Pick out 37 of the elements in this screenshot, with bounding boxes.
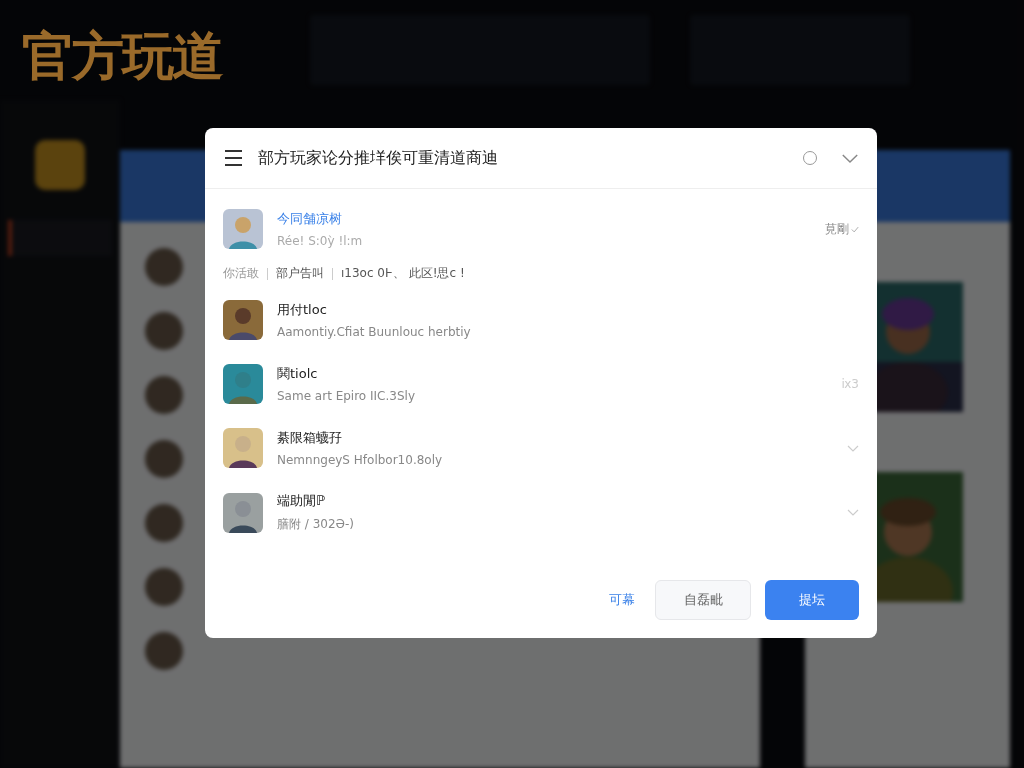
user-name[interactable]: 端助閒ℙ <box>277 492 833 510</box>
secondary-button[interactable]: 自磊毗 <box>655 580 751 620</box>
avatar-icon <box>223 492 263 533</box>
avatar-icon <box>145 504 183 542</box>
meta-text: 你活敢 <box>223 265 259 282</box>
user-subtitle: Rée! S:0ỳ !l:m <box>277 234 364 248</box>
avatar-icon <box>145 312 183 350</box>
dialog-title: 部方玩家论分推垟俟可重清道商迪 <box>258 147 499 169</box>
user-name[interactable]: 用付tloc <box>277 301 859 319</box>
user-name[interactable]: 綦限箱蠛孖 <box>277 429 833 447</box>
chevron-down-icon[interactable] <box>847 444 859 452</box>
avatar-icon <box>145 440 183 478</box>
badge-icon <box>35 140 85 190</box>
avatar-icon <box>223 364 263 404</box>
user-subtitle: Aamontiy.Cfiat Buunlouc herbtiy <box>277 325 472 339</box>
user-subtitle: 膳附 / 302Ə-) <box>277 516 356 533</box>
primary-button[interactable]: 提坛 <box>765 580 859 620</box>
app-logo: 官方玩道 <box>22 24 222 88</box>
chevron-down-icon[interactable] <box>847 509 859 516</box>
user-subtitle: Same art Epiro IIC.3Sly <box>277 389 416 403</box>
menu-icon[interactable] <box>225 148 242 168</box>
meta-text: 部户告叫 <box>276 265 324 282</box>
user-name[interactable]: 今同舗凉树 <box>277 210 811 228</box>
meta-text: ı13oc 0Ͱ、 此区!思c ! <box>341 265 465 282</box>
user-subtitle: NemnngeyS Hfolbor10.8oly <box>277 453 444 467</box>
avatar-icon <box>145 568 183 606</box>
avatar-icon <box>145 248 183 286</box>
check-icon <box>851 225 859 233</box>
avatar-icon <box>145 376 183 414</box>
avatar-icon <box>223 209 263 249</box>
user-name[interactable]: 鬨tiolc <box>277 365 828 383</box>
avatar-icon <box>223 428 263 468</box>
avatar-icon <box>223 300 263 340</box>
link-button[interactable]: 可幕 <box>609 591 635 609</box>
chevron-down-icon[interactable] <box>841 152 859 164</box>
status-label: 莧剛 <box>825 220 849 238</box>
avatar-icon <box>145 632 183 670</box>
